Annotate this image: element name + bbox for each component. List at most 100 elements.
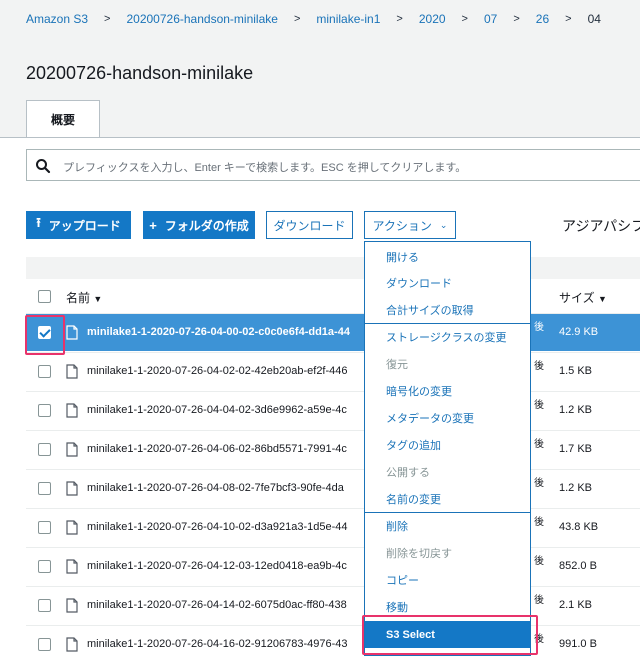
menu-item-0[interactable]: 開ける bbox=[365, 243, 530, 270]
file-name-link[interactable]: minilake1-1-2020-07-26-04-02-02-42eb20ab… bbox=[87, 365, 348, 377]
menu-item-4: 復元 bbox=[386, 358, 408, 371]
file-icon bbox=[66, 637, 78, 652]
menu-item-2[interactable]: 合計サイズの取得 bbox=[365, 296, 530, 323]
select-all-checkbox[interactable] bbox=[38, 290, 51, 303]
search-placeholder: プレフィックスを入力し、Enter キーで検索します。ESC を押してクリアしま… bbox=[63, 162, 467, 174]
column-header-name-label: 名前 bbox=[66, 291, 91, 305]
sort-down-icon: ▼ bbox=[597, 294, 607, 304]
menu-item-11: 削除を切戻す bbox=[386, 547, 452, 560]
file-icon bbox=[66, 481, 78, 496]
file-name-link[interactable]: minilake1-1-2020-07-26-04-08-02-7fe7bcf3… bbox=[87, 482, 344, 494]
file-icon bbox=[66, 442, 78, 457]
search-input[interactable]: プレフィックスを入力し、Enter キーで検索します。ESC を押してクリアしま… bbox=[26, 149, 640, 181]
file-size: 1.5 KB bbox=[559, 365, 593, 377]
table-row[interactable]: minilake1-1-2020-07-26-04-16-02-91206783… bbox=[26, 625, 640, 663]
file-name-link[interactable]: minilake1-1-2020-07-26-04-04-02-3d6e9962… bbox=[87, 404, 347, 416]
menu-item-7[interactable]: タグの追加 bbox=[365, 431, 530, 458]
menu-item-6[interactable]: メタデータの変更 bbox=[365, 404, 530, 431]
breadcrumb-item-prefix[interactable]: minilake-in1 bbox=[316, 12, 380, 26]
column-header-size[interactable]: サイズ ▼ bbox=[559, 289, 607, 306]
search-icon bbox=[36, 159, 51, 174]
file-icon bbox=[66, 559, 78, 574]
menu-item-8: 公開する bbox=[386, 466, 430, 479]
row-modified-suffix: 後 bbox=[534, 517, 544, 528]
table-head-band bbox=[26, 257, 640, 279]
file-size: 42.9 KB bbox=[559, 326, 599, 338]
row-checkbox[interactable] bbox=[38, 404, 51, 417]
breadcrumb-item-month[interactable]: 07 bbox=[484, 12, 497, 26]
create-folder-button[interactable]: + フォルダの作成 bbox=[143, 211, 255, 239]
file-size: 991.0 B bbox=[559, 638, 597, 650]
menu-item-3[interactable]: ストレージクラスの変更 bbox=[365, 323, 530, 350]
file-icon bbox=[66, 598, 78, 613]
file-name-link[interactable]: minilake1-1-2020-07-26-04-10-02-d3a921a3… bbox=[87, 521, 348, 533]
column-header-name[interactable]: 名前 ▼ bbox=[66, 289, 102, 306]
column-header-size-label: サイズ bbox=[559, 291, 595, 305]
file-icon bbox=[66, 403, 78, 418]
chevron-right-icon: > bbox=[104, 13, 111, 25]
actions-button[interactable]: アクション ⌄ bbox=[364, 211, 456, 239]
table-row[interactable]: minilake1-1-2020-07-26-04-10-02-d3a921a3… bbox=[26, 508, 640, 546]
file-name-link[interactable]: minilake1-1-2020-07-26-04-12-03-12ed0418… bbox=[87, 560, 347, 572]
menu-item-1[interactable]: ダウンロード bbox=[365, 269, 530, 296]
row-checkbox[interactable] bbox=[38, 482, 51, 495]
row-checkbox[interactable] bbox=[38, 560, 51, 573]
file-size: 2.1 KB bbox=[559, 599, 593, 611]
table-row[interactable]: minilake1-1-2020-07-26-04-02-02-42eb20ab… bbox=[26, 352, 640, 390]
breadcrumb-item-year[interactable]: 2020 bbox=[419, 12, 446, 26]
menu-item-10[interactable]: 削除 bbox=[365, 512, 530, 539]
create-folder-label: フォルダの作成 bbox=[164, 218, 249, 233]
breadcrumb-item-day[interactable]: 26 bbox=[536, 12, 549, 26]
download-button[interactable]: ダウンロード bbox=[266, 211, 353, 239]
chevron-right-icon: > bbox=[293, 13, 301, 25]
upload-icon: ⭱ bbox=[36, 215, 41, 230]
table-row[interactable]: minilake1-1-2020-07-26-04-14-02-6075d0ac… bbox=[26, 586, 640, 624]
breadcrumb-item-s3[interactable]: Amazon S3 bbox=[26, 12, 88, 26]
menu-item-9[interactable]: 名前の変更 bbox=[365, 485, 530, 512]
chevron-down-icon: ⌄ bbox=[439, 219, 448, 230]
file-size: 1.7 KB bbox=[559, 443, 593, 455]
chevron-right-icon: > bbox=[513, 13, 520, 25]
table-row[interactable]: minilake1-1-2020-07-26-04-00-02-c0c0e6f4… bbox=[26, 313, 640, 351]
file-name-link[interactable]: minilake1-1-2020-07-26-04-06-02-86bd5571… bbox=[87, 443, 347, 455]
row-checkbox[interactable] bbox=[38, 443, 51, 456]
menu-item-5[interactable]: 暗号化の変更 bbox=[365, 377, 530, 404]
chevron-right-icon: > bbox=[565, 13, 572, 25]
file-name-link[interactable]: minilake1-1-2020-07-26-04-14-02-6075d0ac… bbox=[87, 599, 347, 611]
menu-item-12[interactable]: コピー bbox=[365, 566, 530, 593]
table-row[interactable]: minilake1-1-2020-07-26-04-04-02-3d6e9962… bbox=[26, 391, 640, 429]
actions-label: アクション bbox=[372, 218, 432, 233]
breadcrumb-item-hour: 04 bbox=[587, 12, 601, 26]
table-row[interactable]: minilake1-1-2020-07-26-04-08-02-7fe7bcf3… bbox=[26, 469, 640, 507]
tab-overview[interactable]: 概要 bbox=[26, 100, 100, 138]
file-icon bbox=[66, 325, 78, 340]
row-modified-suffix: 後 bbox=[534, 400, 544, 411]
sort-down-icon: ▼ bbox=[93, 294, 103, 304]
file-icon bbox=[66, 520, 78, 535]
chevron-right-icon: > bbox=[396, 13, 403, 25]
row-checkbox[interactable] bbox=[38, 599, 51, 612]
row-checkbox[interactable] bbox=[38, 638, 51, 651]
file-name-link[interactable]: minilake1-1-2020-07-26-04-16-02-91206783… bbox=[87, 638, 348, 650]
breadcrumb-item-bucket[interactable]: 20200726-handson-minilake bbox=[126, 12, 277, 26]
chevron-right-icon: > bbox=[461, 13, 468, 25]
row-modified-suffix: 後 bbox=[534, 478, 544, 489]
file-size: 43.8 KB bbox=[559, 521, 599, 533]
table-row[interactable]: minilake1-1-2020-07-26-04-06-02-86bd5571… bbox=[26, 430, 640, 468]
row-checkbox[interactable] bbox=[38, 521, 51, 534]
highlight-selected-checkbox bbox=[25, 315, 65, 355]
plus-icon: + bbox=[149, 217, 157, 233]
table-row[interactable]: minilake1-1-2020-07-26-04-12-03-12ed0418… bbox=[26, 547, 640, 585]
row-checkbox[interactable] bbox=[38, 365, 51, 378]
file-name-link[interactable]: minilake1-1-2020-07-26-04-00-02-c0c0e6f4… bbox=[87, 326, 350, 338]
row-modified-suffix: 後 bbox=[534, 595, 544, 606]
file-size: 1.2 KB bbox=[559, 404, 593, 416]
row-modified-suffix: 後 bbox=[534, 361, 544, 372]
breadcrumb: Amazon S3 > 20200726-handson-minilake > … bbox=[26, 11, 601, 27]
tab-divider bbox=[0, 137, 640, 138]
upload-label: アップロード bbox=[48, 218, 121, 233]
actions-dropdown-menu: 開ける ダウンロード 合計サイズの取得 ストレージクラスの変更復元暗号化の変更 メタデー… bbox=[364, 241, 531, 656]
page-title: 20200726-handson-minilake bbox=[26, 63, 254, 83]
row-modified-suffix: 後 bbox=[534, 556, 544, 567]
upload-button[interactable]: ⭱ アップロード bbox=[26, 211, 131, 239]
